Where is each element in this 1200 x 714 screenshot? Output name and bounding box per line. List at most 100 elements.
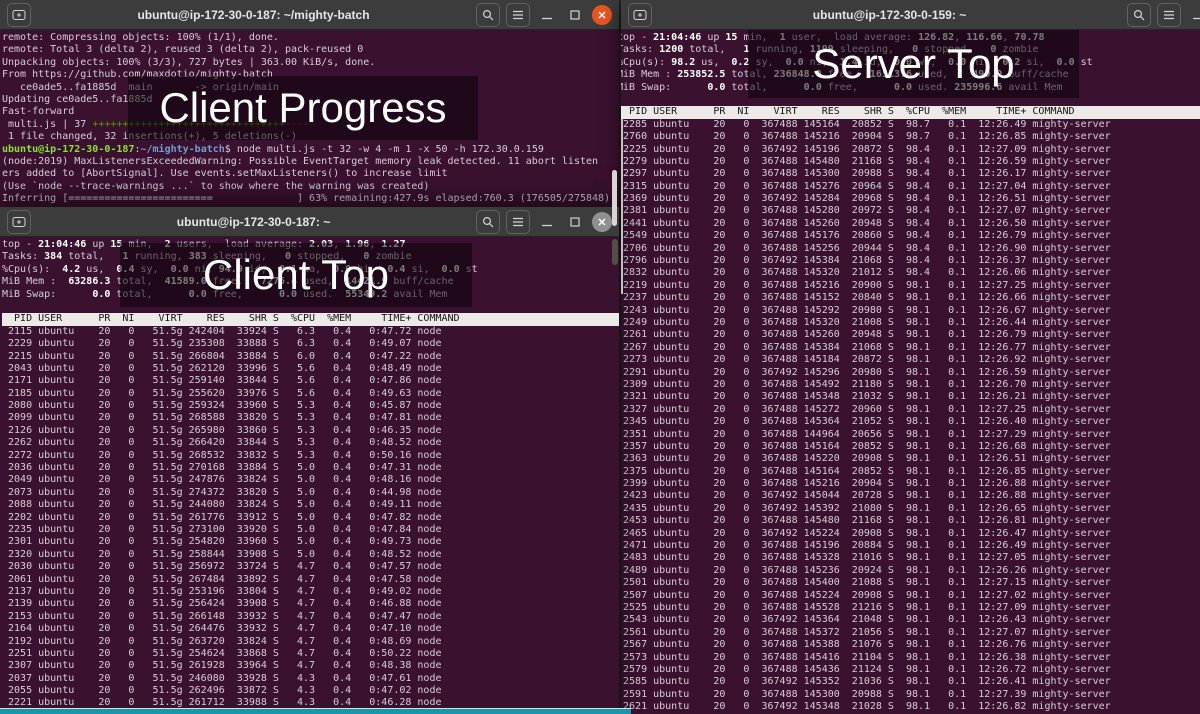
overlay-label-box: Server Top bbox=[748, 30, 1079, 98]
process-row: 2621 ubuntu 20 0 367492 145348 21028 S 9… bbox=[621, 701, 1200, 713]
process-row: 2262 ubuntu 20 0 51.5g 266420 33844 S 5.… bbox=[2, 437, 619, 449]
menu-button[interactable] bbox=[506, 210, 530, 234]
process-row: 2049 ubuntu 20 0 51.5g 247876 33824 S 5.… bbox=[2, 474, 619, 486]
new-tab-icon bbox=[633, 9, 647, 21]
process-row: 2153 ubuntu 20 0 51.5g 266148 33932 S 4.… bbox=[2, 611, 619, 623]
process-row: 2309 ubuntu 20 0 367488 145492 21180 S 9… bbox=[621, 379, 1200, 391]
background-window-edge bbox=[0, 708, 631, 714]
search-icon bbox=[482, 9, 494, 21]
process-row: 2760 ubuntu 20 0 367488 145216 20904 S 9… bbox=[621, 131, 1200, 143]
process-row: 2471 ubuntu 20 0 367488 145196 20884 S 9… bbox=[621, 540, 1200, 552]
search-button[interactable] bbox=[476, 3, 500, 27]
process-row: 2055 ubuntu 20 0 51.5g 262496 33872 S 4.… bbox=[2, 685, 619, 697]
maximize-button[interactable] bbox=[564, 211, 586, 233]
window-server-top: ubuntu@ip-172-30-0-159: ~ top - 21:04:46… bbox=[621, 0, 1200, 714]
menu-icon bbox=[1163, 10, 1175, 20]
process-row: 2272 ubuntu 20 0 51.5g 268532 33832 S 5.… bbox=[2, 450, 619, 462]
maximize-button[interactable] bbox=[564, 4, 586, 26]
titlebar[interactable]: ubuntu@ip-172-30-0-159: ~ bbox=[621, 0, 1200, 30]
process-row: 2567 ubuntu 20 0 367488 145388 21076 S 9… bbox=[621, 639, 1200, 651]
window-title: ubuntu@ip-172-30-0-159: ~ bbox=[658, 8, 1121, 22]
overlay-label: Server Top bbox=[812, 40, 1014, 88]
minimize-icon bbox=[542, 217, 552, 227]
terminal-line: remote: Total 3 (delta 2), reused 3 (del… bbox=[2, 44, 619, 56]
search-icon bbox=[1133, 9, 1145, 21]
new-tab-button[interactable] bbox=[7, 210, 31, 234]
process-row: 2171 ubuntu 20 0 51.5g 259140 33844 S 5.… bbox=[2, 375, 619, 387]
process-row: 2441 ubuntu 20 0 367488 145260 20948 S 9… bbox=[621, 218, 1200, 230]
window-title: ubuntu@ip-172-30-0-187: ~ bbox=[37, 215, 470, 229]
process-row: 2291 ubuntu 20 0 367492 145296 20980 S 9… bbox=[621, 367, 1200, 379]
process-row: 2357 ubuntu 20 0 367488 145164 20852 S 9… bbox=[621, 441, 1200, 453]
minimize-icon bbox=[1193, 10, 1200, 20]
process-row: 2139 ubuntu 20 0 51.5g 256424 33908 S 4.… bbox=[2, 598, 619, 610]
process-table-header: PID USER PR NI VIRT RES SHR S %CPU %MEM … bbox=[2, 313, 619, 325]
process-row: 2453 ubuntu 20 0 367488 145480 21168 S 9… bbox=[621, 515, 1200, 527]
new-tab-icon bbox=[12, 9, 26, 21]
window-client-progress: ubuntu@ip-172-30-0-187: ~/mighty-batch bbox=[0, 0, 619, 240]
process-row: 2073 ubuntu 20 0 51.5g 274372 33820 S 5.… bbox=[2, 487, 619, 499]
menu-button[interactable] bbox=[506, 3, 530, 27]
process-row: 2251 ubuntu 20 0 51.5g 254624 33868 S 4.… bbox=[2, 648, 619, 660]
process-row: 2321 ubuntu 20 0 367488 145348 21032 S 9… bbox=[621, 391, 1200, 403]
process-row: 2267 ubuntu 20 0 367488 145384 21068 S 9… bbox=[621, 342, 1200, 354]
process-row: 2115 ubuntu 20 0 51.5g 242404 33924 S 6.… bbox=[2, 326, 619, 338]
close-icon bbox=[597, 217, 607, 227]
process-row: 2307 ubuntu 20 0 51.5g 261928 33964 S 4.… bbox=[2, 660, 619, 672]
process-row: 2279 ubuntu 20 0 367488 145480 21168 S 9… bbox=[621, 156, 1200, 168]
process-row: 2489 ubuntu 20 0 367488 145236 20924 S 9… bbox=[621, 565, 1200, 577]
process-row: 2345 ubuntu 20 0 367488 145364 21052 S 9… bbox=[621, 416, 1200, 428]
process-row: 2501 ubuntu 20 0 367488 145400 21088 S 9… bbox=[621, 577, 1200, 589]
scrollbar-trough[interactable] bbox=[612, 239, 618, 265]
process-row: 2832 ubuntu 20 0 367488 145320 21012 S 9… bbox=[621, 267, 1200, 279]
process-row: 2261 ubuntu 20 0 367488 145260 20948 S 9… bbox=[621, 329, 1200, 341]
close-button[interactable] bbox=[592, 5, 612, 25]
menu-icon bbox=[512, 217, 524, 227]
search-icon bbox=[482, 216, 494, 228]
process-row: 2369 ubuntu 20 0 367492 145284 20968 S 9… bbox=[621, 193, 1200, 205]
minimize-button[interactable] bbox=[536, 211, 558, 233]
process-row: 2465 ubuntu 20 0 367492 145224 20908 S 9… bbox=[621, 528, 1200, 540]
search-button[interactable] bbox=[1127, 3, 1151, 27]
process-row: 2315 ubuntu 20 0 367488 145276 20964 S 9… bbox=[621, 181, 1200, 193]
menu-button[interactable] bbox=[1157, 3, 1181, 27]
terminal-line: (Use `node --trace-warnings ...` to show… bbox=[2, 181, 619, 193]
process-row: 2435 ubuntu 20 0 367492 145392 21080 S 9… bbox=[621, 503, 1200, 515]
minimize-button[interactable] bbox=[1187, 4, 1200, 26]
process-row: 2137 ubuntu 20 0 51.5g 253196 33804 S 4.… bbox=[2, 586, 619, 598]
process-row: 2192 ubuntu 20 0 51.5g 263720 33824 S 4.… bbox=[2, 636, 619, 648]
terminal-line: remote: Compressing objects: 100% (1/1),… bbox=[2, 32, 619, 44]
process-row: 2225 ubuntu 20 0 367492 145196 20872 S 9… bbox=[621, 144, 1200, 156]
process-row: 2483 ubuntu 20 0 367488 145328 21016 S 9… bbox=[621, 552, 1200, 564]
process-row: 2525 ubuntu 20 0 367488 145528 21216 S 9… bbox=[621, 602, 1200, 614]
scrollbar-thumb[interactable] bbox=[612, 170, 617, 226]
close-icon bbox=[597, 10, 607, 20]
process-row: 2043 ubuntu 20 0 51.5g 262120 33996 S 5.… bbox=[2, 363, 619, 375]
titlebar[interactable]: ubuntu@ip-172-30-0-187: ~/mighty-batch bbox=[0, 0, 619, 30]
window-edge-highlight bbox=[621, 106, 623, 294]
terminal-line: ubuntu@ip-172-30-0-187:~/mighty-batch$ n… bbox=[2, 144, 619, 156]
overlay-label-box: Client Progress bbox=[128, 76, 478, 140]
window-title: ubuntu@ip-172-30-0-187: ~/mighty-batch bbox=[37, 8, 470, 22]
process-row: 2579 ubuntu 20 0 367488 145436 21124 S 9… bbox=[621, 664, 1200, 676]
process-row: 2080 ubuntu 20 0 51.5g 259324 33960 S 5.… bbox=[2, 400, 619, 412]
new-tab-button[interactable] bbox=[7, 3, 31, 27]
window-client-top: ubuntu@ip-172-30-0-187: ~ bbox=[0, 207, 619, 714]
process-row: 2235 ubuntu 20 0 51.5g 273100 33920 S 5.… bbox=[2, 524, 619, 536]
process-row: 2088 ubuntu 20 0 51.5g 244080 33824 S 5.… bbox=[2, 499, 619, 511]
minimize-button[interactable] bbox=[536, 4, 558, 26]
titlebar[interactable]: ubuntu@ip-172-30-0-187: ~ bbox=[0, 207, 619, 237]
process-row: 2351 ubuntu 20 0 367488 144964 20656 S 9… bbox=[621, 429, 1200, 441]
close-button[interactable] bbox=[592, 212, 612, 232]
new-tab-button[interactable] bbox=[628, 3, 652, 27]
process-row: 2375 ubuntu 20 0 367488 145164 20852 S 9… bbox=[621, 466, 1200, 478]
minimize-icon bbox=[542, 10, 552, 20]
process-row: 2796 ubuntu 20 0 367492 145384 21068 S 9… bbox=[621, 255, 1200, 267]
process-row: 2061 ubuntu 20 0 51.5g 267484 33892 S 4.… bbox=[2, 574, 619, 586]
process-row: 2573 ubuntu 20 0 367488 145416 21104 S 9… bbox=[621, 652, 1200, 664]
process-row: 2185 ubuntu 20 0 51.5g 255620 33976 S 5.… bbox=[2, 388, 619, 400]
maximize-icon bbox=[570, 10, 580, 20]
process-row: 2561 ubuntu 20 0 367488 145372 21056 S 9… bbox=[621, 627, 1200, 639]
process-row: 2297 ubuntu 20 0 367488 145300 20988 S 9… bbox=[621, 168, 1200, 180]
search-button[interactable] bbox=[476, 210, 500, 234]
